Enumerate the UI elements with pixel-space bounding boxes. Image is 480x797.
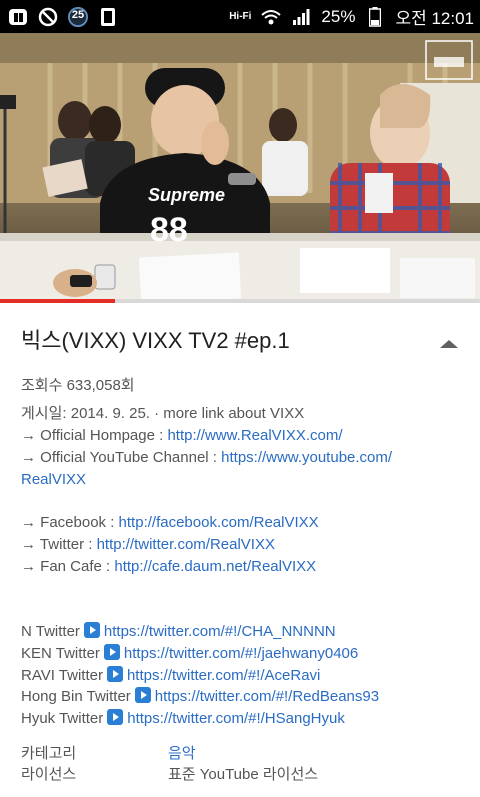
video-progress-bar[interactable] bbox=[0, 299, 480, 303]
app-notification-icon bbox=[8, 7, 28, 27]
facebook-label: → Facebook : bbox=[21, 514, 119, 531]
member-twitter-link[interactable]: https://twitter.com/#!/AceRavi bbox=[127, 667, 320, 684]
hompage-label: → Official Hompage : bbox=[21, 427, 168, 444]
video-title: 빅스(VIXX) VIXX TV2 #ep.1 bbox=[21, 328, 290, 353]
member-twitter-link[interactable]: https://twitter.com/#!/RedBeans93 bbox=[155, 688, 379, 705]
member-twitter-link[interactable]: https://twitter.com/#!/jaehwany0406 bbox=[124, 645, 358, 662]
facebook-link[interactable]: http://facebook.com/RealVIXX bbox=[119, 514, 319, 531]
fancafe-line: → Fan Cafe : http://cafe.daum.net/RealVI… bbox=[21, 556, 316, 578]
member-twitter-name: N Twitter bbox=[21, 623, 80, 640]
notification-count-text: 25 bbox=[71, 9, 85, 21]
play-icon bbox=[103, 644, 120, 660]
clock: 오전 12:01 bbox=[395, 9, 474, 28]
facebook-line: → Facebook : http://facebook.com/RealVIX… bbox=[21, 512, 319, 534]
member-twitter-row: RAVI Twitter https://twitter.com/#!/AceRa… bbox=[21, 665, 320, 687]
youtube-channel-line: → Official YouTube Channel : https://www… bbox=[21, 447, 392, 469]
status-bar-right: Hi-Fi 25% 오전 12:01 bbox=[229, 4, 474, 29]
member-twitter-row: Hong Bin Twitter https://twitter.com/#!/R… bbox=[21, 686, 379, 708]
shirt-number: 88 bbox=[150, 211, 188, 249]
status-bar-left bbox=[8, 6, 118, 27]
hompage-line: → Official Hompage : http://www.RealVIXX… bbox=[21, 425, 343, 447]
play-icon bbox=[134, 687, 151, 703]
fancafe-link[interactable]: http://cafe.daum.net/RealVIXX bbox=[114, 558, 316, 575]
member-twitter-name: Hyuk Twitter bbox=[21, 710, 104, 727]
fancafe-label: → Fan Cafe : bbox=[21, 558, 115, 575]
member-twitter-name: RAVI Twitter bbox=[21, 667, 103, 684]
collapse-arrow-icon[interactable] bbox=[440, 336, 458, 350]
play-icon bbox=[107, 709, 124, 725]
wifi-icon bbox=[261, 7, 282, 27]
video-progress-fill bbox=[0, 299, 116, 303]
category-value[interactable]: 음악 bbox=[168, 742, 196, 763]
play-icon bbox=[83, 622, 100, 638]
member-twitter-name: Hong Bin Twitter bbox=[21, 688, 131, 705]
youtube-channel-line-2: RealVIXX bbox=[21, 469, 86, 491]
youtube-channel-link-cont[interactable]: RealVIXX bbox=[21, 471, 86, 488]
twitter-link[interactable]: http://twitter.com/RealVIXX bbox=[97, 536, 275, 553]
youtube-channel-label: → Official YouTube Channel : bbox=[21, 449, 222, 466]
member-twitter-link[interactable]: https://twitter.com/#!/CHA_NNNNN bbox=[104, 623, 336, 640]
hifi-label: Hi-Fi bbox=[229, 11, 252, 22]
shirt-print-label: Supreme bbox=[148, 185, 226, 205]
battery-icon bbox=[365, 6, 385, 27]
member-twitter-row: N Twitter https://twitter.com/#!/CHA_NNNN… bbox=[21, 621, 336, 643]
hompage-link[interactable]: http://www.RealVIXX.com/ bbox=[167, 427, 342, 444]
member-twitter-name: KEN Twitter bbox=[21, 645, 100, 662]
video-player[interactable]: Supreme 88 bbox=[0, 33, 480, 301]
phone-icon bbox=[98, 7, 118, 27]
license-value: 표준 YouTube 라이선스 bbox=[168, 766, 319, 783]
member-twitter-link[interactable]: https://twitter.com/#!/HSangHyuk bbox=[127, 710, 345, 727]
play-icon bbox=[106, 666, 123, 682]
member-twitter-row: Hyuk Twitter https://twitter.com/#!/HSang… bbox=[21, 708, 345, 730]
category-label: 카테고리 bbox=[21, 745, 77, 762]
published-line: 게시일: 2014. 9. 25. · more link about VIXX bbox=[21, 405, 305, 422]
youtube-channel-link[interactable]: https://www.youtube.com/ bbox=[221, 449, 392, 466]
license-label: 라이선스 bbox=[21, 766, 77, 783]
view-count: 조회수 633,058회 bbox=[21, 377, 135, 394]
twitter-label: → Twitter : bbox=[21, 536, 97, 553]
twitter-line: → Twitter : http://twitter.com/RealVIXX bbox=[21, 534, 275, 556]
member-twitter-row: KEN Twitter https://twitter.com/#!/jaehwa… bbox=[21, 643, 358, 665]
battery-percent: 25% bbox=[321, 6, 356, 26]
video-frame bbox=[0, 33, 480, 301]
block-icon bbox=[38, 7, 58, 27]
signal-icon bbox=[291, 7, 311, 27]
